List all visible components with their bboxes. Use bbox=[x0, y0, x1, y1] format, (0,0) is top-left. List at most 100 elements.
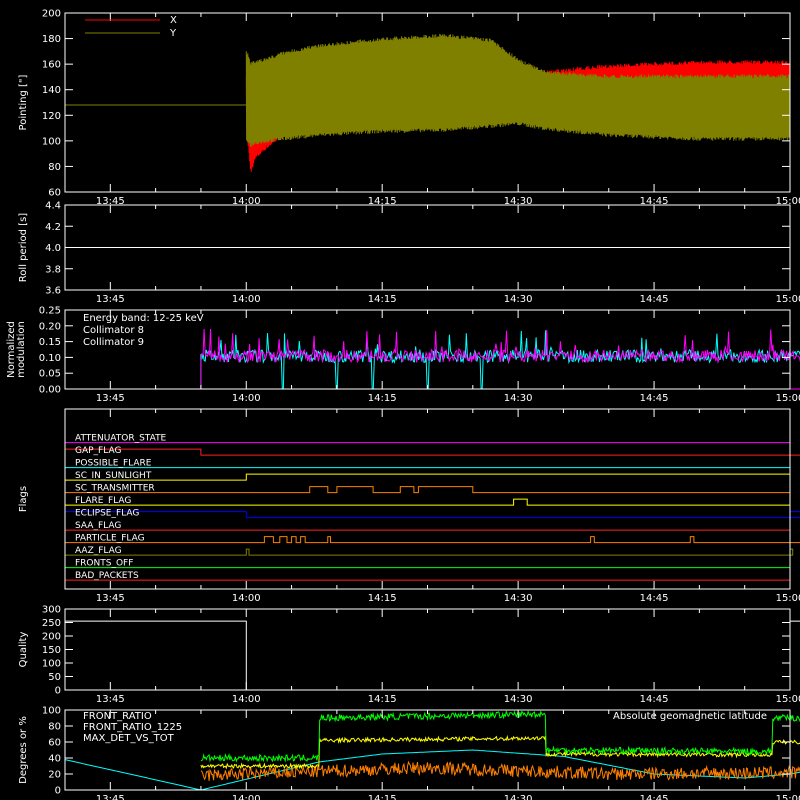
x-tick-label: 13:45 bbox=[96, 393, 125, 404]
x-tick-label: 14:45 bbox=[640, 393, 669, 404]
x-tick-label: 13:45 bbox=[96, 694, 125, 705]
flags-frame bbox=[64, 408, 791, 590]
x-tick-label: 15:00 bbox=[776, 294, 800, 305]
legend-y-label: Y bbox=[169, 28, 177, 39]
y-axis-label: Flags bbox=[18, 486, 29, 512]
legend-collimator-9-label: Collimator 9 bbox=[83, 337, 144, 348]
modulation-panel: 0.00 0.05 0.10 0.15 0.20 0.25 13:45 14:00 14:15 1… bbox=[6, 306, 800, 404]
legend-max-det-vs-tot-label: MAX_DET_VS_TOT bbox=[83, 733, 175, 744]
y-tick-label: 3.6 bbox=[45, 286, 61, 297]
x-tick-label: 14:45 bbox=[640, 694, 669, 705]
flag-flare-flag-trace bbox=[65, 498, 790, 506]
quality-panel: 0 50 100 150 200 250 300 13:45 14:00 14:15 14:30 14… bbox=[18, 605, 800, 705]
series-y-line bbox=[245, 33, 791, 147]
energy-band-annotation: Energy band: 12-25 keV bbox=[83, 313, 204, 324]
x-tick-label: 14:30 bbox=[504, 294, 533, 305]
pointing-panel: 608010012014016018020013:45 14:00 14:15 14:… bbox=[18, 9, 800, 208]
rhessi-quicklook-figure: 60 80 100 120 140 160 180 200 13:45 14:00 14:15 14:… bbox=[0, 0, 800, 800]
y-tick-label: 4.0 bbox=[45, 243, 61, 254]
x-tick-label: 14:15 bbox=[368, 694, 397, 705]
flags-panel: ATTENUATOR_STATE GAP_FLAG POSSIBLE_FLARE SC… bbox=[18, 408, 800, 604]
x-tick-label: 14:15 bbox=[368, 393, 397, 404]
y-tick-label: 0.15 bbox=[39, 337, 61, 348]
x-tick-label: 13:45 bbox=[96, 294, 125, 305]
flag-gap-flag-trace bbox=[64, 448, 800, 456]
y-tick-label: 50 bbox=[48, 672, 61, 683]
y-tick-label: 200 bbox=[42, 9, 61, 20]
y-tick-label: 3.8 bbox=[45, 264, 61, 275]
y-tick-label: 160 bbox=[42, 60, 61, 71]
flag-eclipse-flag-trace bbox=[64, 511, 800, 519]
x-tick-label: 15:00 bbox=[776, 593, 800, 604]
y-tick-label: 0.20 bbox=[39, 321, 61, 332]
quality-line bbox=[65, 620, 800, 691]
y-tick-label: 0.05 bbox=[39, 369, 61, 380]
flag-sc-in-sunlight-trace bbox=[65, 473, 791, 481]
x-tick-label: 14:00 bbox=[232, 794, 261, 800]
y-tick-label: 250 bbox=[42, 618, 61, 629]
y-tick-label: 60 bbox=[48, 738, 61, 749]
x-tick-label: 15:00 bbox=[776, 393, 800, 404]
flag-gap-flag-label: GAP_FLAG bbox=[75, 446, 121, 456]
y-tick-label: 0.25 bbox=[39, 306, 61, 317]
y-tick-label: 200 bbox=[42, 632, 61, 643]
flag-aaz-flag-trace bbox=[65, 548, 794, 556]
series-collimator-9-line bbox=[200, 328, 800, 389]
y-tick-label: 150 bbox=[42, 645, 61, 656]
flag-attenuator-state-label: ATTENUATOR_STATE bbox=[75, 434, 167, 444]
x-tick-label: 14:45 bbox=[640, 294, 669, 305]
y-tick-label: 100 bbox=[42, 659, 61, 670]
flag-bad-packets-label: BAD_PACKETS bbox=[75, 571, 139, 581]
y-tick-label: 180 bbox=[42, 34, 61, 45]
legend-collimator-8-label: Collimator 8 bbox=[83, 325, 144, 336]
ratios-panel: 0 20 40 60 80 100 13:45 14:00 14:15 14:30 14:45 15:… bbox=[18, 706, 800, 800]
y-axis-label: Degrees or % bbox=[18, 716, 29, 784]
x-tick-label: 14:30 bbox=[504, 593, 533, 604]
x-tick-label: 14:45 bbox=[640, 593, 669, 604]
x-tick-label: 14:30 bbox=[504, 794, 533, 800]
y-tick-label: 120 bbox=[42, 111, 61, 122]
y-axis-label: Roll period [s] bbox=[18, 213, 29, 282]
x-tick-label: 14:15 bbox=[368, 794, 397, 800]
y-tick-label: 60 bbox=[48, 188, 61, 199]
x-tick-label: 15:00 bbox=[776, 694, 800, 705]
flag-eclipse-flag-label: ECLIPSE_FLAG bbox=[75, 509, 139, 519]
flag-particle-flag-label: PARTICLE_FLAG bbox=[75, 534, 145, 544]
x-tick-label: 14:15 bbox=[368, 294, 397, 305]
y-axis-label: Quality bbox=[18, 632, 29, 668]
x-tick-label: 14:45 bbox=[640, 794, 669, 800]
flag-particle-flag-trace bbox=[65, 536, 800, 544]
flag-sc-transmitter-trace bbox=[65, 486, 790, 494]
x-tick-label: 14:00 bbox=[232, 593, 261, 604]
x-tick-label: 13:45 bbox=[96, 593, 125, 604]
flag-aaz-flag-label: AAZ_FLAG bbox=[75, 546, 122, 556]
y-tick-label: 300 bbox=[42, 605, 61, 616]
y-tick-label: 20 bbox=[48, 770, 61, 781]
x-tick-label: 14:00 bbox=[232, 694, 261, 705]
y-tick-label: 0.10 bbox=[39, 353, 61, 364]
flag-flare-flag-label: FLARE_FLAG bbox=[75, 496, 131, 506]
y-tick-label: 100 bbox=[42, 706, 61, 717]
y-tick-label: 4.2 bbox=[45, 222, 61, 233]
y-tick-label: 80 bbox=[48, 722, 61, 733]
y-axis-label: Pointing ["] bbox=[18, 74, 29, 130]
y-tick-label: 40 bbox=[48, 754, 61, 765]
y-tick-label: 100 bbox=[42, 136, 61, 147]
legend-latitude-label: Absolute geomagnetic latitude bbox=[613, 711, 767, 722]
flag-fronts-off-label: FRONTS_OFF bbox=[75, 559, 133, 569]
legend-front-ratio-label: FRONT_RATIO bbox=[83, 711, 152, 722]
x-tick-label: 14:30 bbox=[504, 694, 533, 705]
legend-front-ratio-1225-label: FRONT_RATIO_1225 bbox=[83, 722, 182, 733]
flag-sc-in-sunlight-label: SC_IN_SUNLIGHT bbox=[75, 471, 152, 481]
y-tick-label: 0.00 bbox=[39, 385, 61, 396]
x-tick-label: 14:15 bbox=[368, 593, 397, 604]
x-tick-label: 15:00 bbox=[776, 794, 800, 800]
x-tick-label: 14:30 bbox=[504, 393, 533, 404]
legend-x-label: X bbox=[170, 15, 177, 26]
y-axis-label: modulation bbox=[16, 321, 27, 378]
roll-period-panel: 3.6 3.8 4.0 4.2 4.4 13:45 14:00 14:15 14:30 14:45… bbox=[18, 201, 800, 306]
x-tick-label: 14:00 bbox=[232, 393, 261, 404]
flag-saa-flag-label: SAA_FLAG bbox=[75, 521, 121, 531]
flag-possible-flare-label: POSSIBLE_FLARE bbox=[75, 459, 152, 469]
y-tick-label: 140 bbox=[42, 85, 61, 96]
